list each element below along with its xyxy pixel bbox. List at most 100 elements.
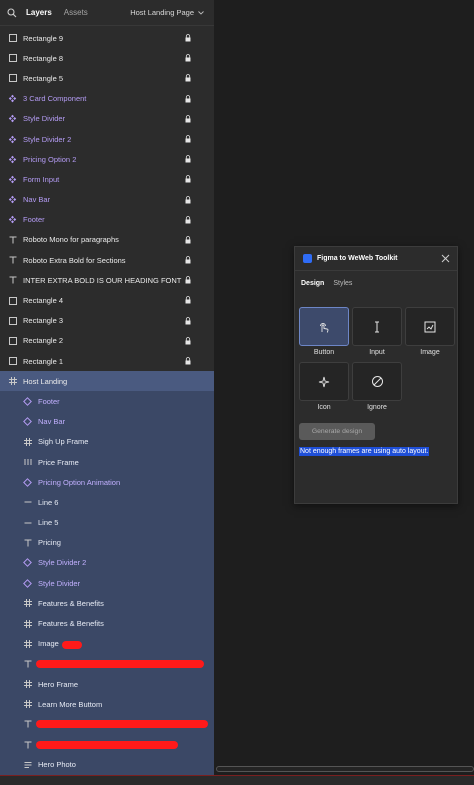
layer-row[interactable]: Sigh Up Frame: [0, 431, 214, 452]
lock-icon[interactable]: [185, 236, 191, 244]
instance-icon: [23, 477, 32, 487]
layer-label: Rectangle 3: [23, 316, 64, 326]
layer-row[interactable]: Rectangle 8: [0, 48, 214, 68]
lock-icon[interactable]: [185, 34, 191, 42]
layer-label: Line 6: [38, 497, 59, 507]
layer-row[interactable]: Rectangle 4: [0, 290, 214, 310]
layer-row[interactable]: Style Divider 2: [0, 129, 214, 149]
layer-label: Nav Bar: [23, 195, 51, 205]
lock-icon[interactable]: [185, 74, 191, 82]
layer-row[interactable]: Rectangle 9: [0, 28, 214, 48]
layer-row[interactable]: [0, 653, 214, 674]
layer-row[interactable]: Rectangle 2: [0, 331, 214, 351]
layer-row[interactable]: Nav Bar: [0, 411, 214, 432]
layer-row[interactable]: Features & Benefits: [0, 593, 214, 614]
lock-icon[interactable]: [185, 195, 191, 204]
text-icon: [8, 276, 17, 285]
rectangle-icon: [8, 316, 17, 325]
layer-row[interactable]: Form Input: [0, 169, 214, 189]
layer-row[interactable]: Footer: [0, 391, 214, 412]
layer-row[interactable]: Pricing: [0, 532, 214, 553]
layer-label: Style Divider: [23, 114, 66, 124]
frame-icon: [8, 377, 17, 386]
layer-label: Image: [38, 639, 59, 649]
text-icon: [23, 659, 32, 668]
button-type-tile[interactable]: [299, 307, 349, 346]
layer-row[interactable]: Rectangle 5: [0, 68, 214, 88]
layer-row[interactable]: INTER EXTRA BOLD IS OUR HEADING FONT: [0, 270, 214, 290]
layer-row[interactable]: Host Landing: [0, 371, 214, 392]
lock-icon[interactable]: [185, 357, 191, 365]
layer-row[interactable]: Style Divider 2: [0, 552, 214, 574]
tab-design[interactable]: Design: [301, 280, 324, 287]
lock-icon[interactable]: [185, 175, 191, 183]
layer-row[interactable]: [0, 734, 214, 755]
tab-styles[interactable]: Styles: [333, 280, 352, 287]
lock-icon[interactable]: [185, 155, 191, 163]
frame-icon: [23, 437, 32, 446]
layer-row[interactable]: Footer: [0, 210, 214, 230]
layer-row[interactable]: Style Divider: [0, 109, 214, 129]
layer-row[interactable]: Line 5: [0, 512, 214, 533]
layer-row[interactable]: Hero Frame: [0, 674, 214, 695]
layer-row[interactable]: Rectangle 1: [0, 351, 214, 371]
layer-label: Style Divider: [38, 578, 81, 588]
layer-row[interactable]: Learn More Buttom: [0, 694, 214, 715]
layer-row[interactable]: Price Frame: [0, 451, 214, 473]
lock-icon[interactable]: [185, 215, 191, 224]
lock-icon[interactable]: [185, 54, 191, 62]
layer-list: Rectangle 9 Rectangle 8 Rectangle 5 3 Card …: [0, 28, 214, 775]
frame-icon: [23, 619, 32, 628]
layer-row[interactable]: Pricing Option 2: [0, 149, 214, 169]
line-icon: [23, 498, 32, 507]
search-icon[interactable]: [7, 7, 17, 18]
layer-row[interactable]: Hero Photo: [0, 754, 214, 775]
layer-row[interactable]: Line 6: [0, 492, 214, 513]
component-icon: [8, 114, 17, 123]
horizontal-scrollbar[interactable]: [216, 766, 474, 772]
layer-label: Pricing: [38, 538, 61, 548]
layer-row[interactable]: Image: [0, 633, 214, 654]
layer-label: Learn More Buttom: [38, 699, 103, 709]
layer-label: Roboto Extra Bold for Sections: [23, 255, 126, 265]
image-type-tile[interactable]: [405, 307, 455, 346]
generate-design-button[interactable]: Generate design: [299, 423, 375, 440]
layer-label: Features & Benefits: [38, 598, 104, 608]
close-icon[interactable]: [441, 254, 450, 263]
component-icon: [8, 175, 17, 184]
lock-icon[interactable]: [185, 135, 191, 143]
plugin-tabs: Design Styles: [295, 271, 457, 295]
page-selector[interactable]: Host Landing Page: [130, 8, 204, 17]
ignore-type-label: Ignore: [367, 404, 387, 411]
layer-row[interactable]: Roboto Extra Bold for Sections: [0, 250, 214, 270]
layer-row[interactable]: Roboto Mono for paragraphs: [0, 230, 214, 250]
lock-icon[interactable]: [185, 316, 191, 325]
ban-icon: [371, 376, 383, 387]
redaction-mark: [36, 720, 208, 729]
lock-icon[interactable]: [185, 256, 191, 264]
layer-label: Rectangle 1: [23, 356, 64, 366]
tab-layers[interactable]: Layers: [26, 8, 52, 17]
image-type-label: Image: [420, 349, 440, 356]
ignore-type-tile[interactable]: [352, 362, 402, 401]
lock-icon[interactable]: [185, 114, 191, 123]
frame-icon: [23, 700, 32, 709]
page-name: Host Landing Page: [130, 8, 194, 17]
lock-icon[interactable]: [185, 336, 191, 345]
input-type-tile[interactable]: [352, 307, 402, 346]
layer-row[interactable]: Style Divider: [0, 573, 214, 594]
icon-type-tile[interactable]: [299, 362, 349, 401]
tab-assets[interactable]: Assets: [64, 8, 88, 17]
layer-row[interactable]: Features & Benefits: [0, 613, 214, 634]
component-icon: [8, 135, 17, 144]
lock-icon[interactable]: [185, 296, 191, 304]
layer-row[interactable]: 3 Card Component: [0, 89, 214, 109]
layer-row[interactable]: Pricing Option Animation: [0, 472, 214, 493]
layer-row[interactable]: Nav Bar: [0, 190, 214, 210]
layer-row[interactable]: [0, 714, 214, 735]
layer-row[interactable]: Rectangle 3: [0, 311, 214, 331]
lock-icon[interactable]: [185, 94, 191, 103]
auto-layout-warning: Not enough frames are using auto layout.: [299, 447, 430, 456]
plugin-title: Figma to WeWeb Toolkit: [317, 255, 398, 262]
lock-icon[interactable]: [185, 276, 191, 284]
